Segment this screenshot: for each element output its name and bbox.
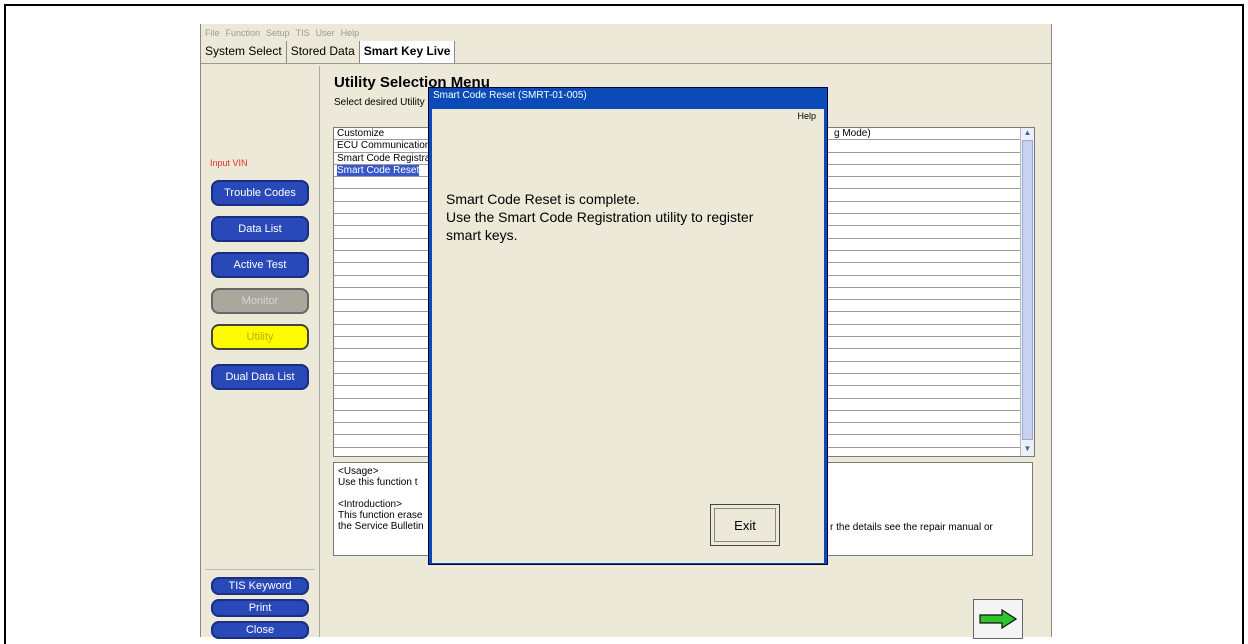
menu-bar: File Function Setup TIS User Help	[201, 24, 1055, 41]
page-subtitle: Select desired Utility	[334, 97, 425, 108]
menu-setup[interactable]: Setup	[266, 28, 290, 38]
tab-bar: System Select Stored Data Smart Key Live	[201, 41, 1051, 64]
sidebar: Input VIN Trouble Codes Data List Active…	[201, 66, 320, 639]
print-button[interactable]: Print	[211, 599, 309, 617]
dialog-body: Smart Code Reset is complete. Use the Sm…	[432, 123, 824, 563]
scroll-down-icon[interactable]: ▼	[1021, 444, 1034, 456]
scroll-up-icon[interactable]: ▲	[1021, 128, 1034, 140]
message-line: smart keys.	[446, 227, 518, 243]
trouble-codes-button[interactable]: Trouble Codes	[211, 180, 309, 206]
dialog-help-menu[interactable]: Help	[797, 111, 816, 121]
dual-data-list-button[interactable]: Dual Data List	[211, 364, 309, 390]
menu-tis[interactable]: TIS	[296, 28, 310, 38]
tab-smart-key-live[interactable]: Smart Key Live	[359, 41, 456, 63]
menu-function[interactable]: Function	[226, 28, 261, 38]
list-row-text-right: g Mode)	[834, 128, 871, 139]
smart-code-reset-dialog: Smart Code Reset (SMRT-01-005) Help Smar…	[428, 87, 828, 565]
dialog-title: Smart Code Reset (SMRT-01-005)	[433, 90, 587, 101]
monitor-button[interactable]: Monitor	[211, 288, 309, 314]
sidebar-divider	[205, 569, 315, 570]
exit-button[interactable]: Exit	[710, 504, 780, 546]
dialog-menu-bar: Help	[432, 109, 824, 123]
tab-stored-data[interactable]: Stored Data	[287, 41, 360, 63]
usage-text-right: r the details see the repair manual or	[830, 522, 993, 533]
tab-system-select[interactable]: System Select	[201, 41, 287, 63]
tis-keyword-button[interactable]: TIS Keyword	[211, 577, 309, 595]
active-test-button[interactable]: Active Test	[211, 252, 309, 278]
menu-help[interactable]: Help	[341, 28, 360, 38]
utility-button[interactable]: Utility	[211, 324, 309, 350]
next-button[interactable]	[973, 599, 1023, 639]
input-vin-label[interactable]: Input VIN	[210, 158, 248, 168]
list-scrollbar[interactable]: ▲ ▼	[1020, 128, 1034, 456]
close-button[interactable]: Close	[211, 621, 309, 639]
message-line: Use the Smart Code Registration utility …	[446, 209, 754, 225]
data-list-button[interactable]: Data List	[211, 216, 309, 242]
dialog-message: Smart Code Reset is complete. Use the Sm…	[446, 190, 816, 244]
menu-user[interactable]: User	[316, 28, 335, 38]
message-line: Smart Code Reset is complete.	[446, 191, 640, 207]
right-arrow-icon	[979, 608, 1018, 630]
menu-file[interactable]: File	[205, 28, 220, 38]
scrollbar-thumb[interactable]	[1022, 140, 1033, 440]
